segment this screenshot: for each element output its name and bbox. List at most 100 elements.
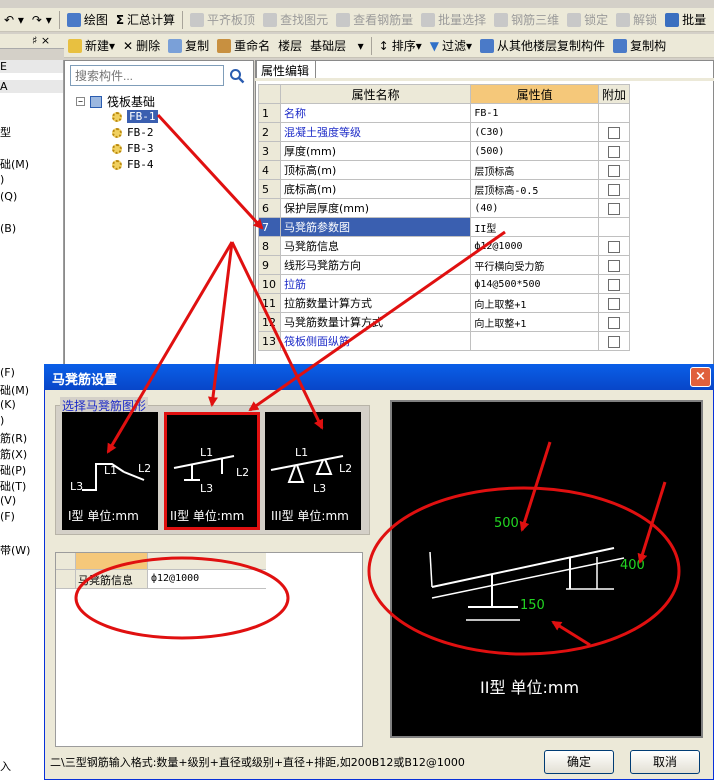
module-item[interactable]: (V) (0, 494, 16, 507)
new-button[interactable]: 新建 ▾ (64, 36, 119, 56)
property-value[interactable]: (40) (470, 198, 599, 218)
property-value[interactable]: 向上取整+1 (470, 293, 599, 313)
collapse-icon[interactable]: − (76, 97, 85, 106)
module-item[interactable]: (K) (0, 398, 16, 411)
property-value[interactable]: ф14@500*500 (470, 274, 599, 294)
property-row[interactable]: 6 保护层厚度(mm) (40) (258, 198, 631, 218)
module-item[interactable]: ) (0, 414, 4, 427)
module-item[interactable]: 筋(X) (0, 446, 27, 462)
copy-from-floor-button[interactable]: 从其他楼层复制构件 (476, 36, 609, 56)
close-icon[interactable]: × (690, 367, 711, 387)
extra-checkbox[interactable] (607, 278, 620, 291)
property-value[interactable]: (C30) (470, 122, 599, 142)
property-value[interactable]: (500) (470, 141, 599, 161)
tree-root[interactable]: − 筏板基础 (76, 93, 155, 110)
extra-checkbox[interactable] (607, 202, 620, 215)
summary-calc-button[interactable]: Σ 汇总计算 (112, 10, 179, 30)
property-value[interactable]: 向上取整+1 (470, 312, 599, 332)
copy-button[interactable]: 复制 (164, 36, 213, 56)
tree-item-fb-1[interactable]: FB-1 (112, 110, 158, 123)
property-value[interactable]: 层顶标高 (470, 160, 599, 180)
tree-item-fb-3[interactable]: FB-3 (112, 142, 154, 155)
toolbar-divider (58, 10, 60, 29)
module-item[interactable]: (F) (0, 366, 15, 379)
property-value[interactable]: II型 (470, 217, 599, 237)
delete-button[interactable]: ✕ 删除 (119, 36, 164, 56)
tab-property-edit[interactable]: 属性编辑 (256, 60, 316, 78)
rebar-3d-button[interactable]: 钢筋三维 (490, 10, 563, 30)
extra-checkbox[interactable] (607, 240, 620, 253)
property-row[interactable]: 11 拉筋数量计算方式 向上取整+1 (258, 293, 631, 313)
extra-checkbox[interactable] (607, 126, 620, 139)
property-row[interactable]: 9 线形马凳筋方向 平行横向受力筋 (258, 255, 631, 275)
property-name: 厚度(mm) (279, 141, 472, 161)
shape-type-3[interactable]: L1 L2 L3 III型 单位:mm (265, 412, 361, 530)
stool-info-value[interactable]: ф12@1000 (148, 570, 266, 589)
shape-type-1[interactable]: L1 L2 L3 I型 单位:mm (62, 412, 158, 530)
module-item[interactable]: 入 (0, 758, 11, 774)
extra-checkbox[interactable] (607, 259, 620, 272)
property-name: 马凳筋参数图 (279, 217, 472, 237)
tree-item-fb-2[interactable]: FB-2 (112, 126, 154, 139)
property-value[interactable]: 平行横向受力筋 (470, 255, 599, 275)
property-row[interactable]: 7 马凳筋参数图 II型 (258, 217, 631, 237)
module-item[interactable]: (B) (0, 222, 16, 235)
module-item[interactable]: 础(M) (0, 156, 29, 172)
property-row[interactable]: 12 马凳筋数量计算方式 向上取整+1 (258, 312, 631, 332)
unlock-button[interactable]: 解锁 (612, 10, 661, 30)
module-item[interactable]: 础(P) (0, 462, 26, 478)
copy-component-button[interactable]: 复制构 (609, 36, 670, 56)
property-row[interactable]: 2 混凝土强度等级 (C30) (258, 122, 631, 142)
pin-close-icon[interactable]: ♯ × (32, 34, 50, 47)
batch-select-button[interactable]: 批量选择 (417, 10, 490, 30)
view-rebar-button[interactable]: 查看钢筋量 (332, 10, 417, 30)
find-element-button[interactable]: 查找图元 (259, 10, 332, 30)
extra-checkbox[interactable] (607, 297, 620, 310)
extra-checkbox[interactable] (607, 145, 620, 158)
search-input[interactable] (70, 65, 224, 86)
extra-checkbox[interactable] (607, 164, 620, 177)
stool-info-label: 马凳筋信息 (76, 570, 148, 589)
property-value[interactable] (470, 331, 599, 351)
rename-button[interactable]: 重命名 (213, 36, 274, 56)
undo-button[interactable]: ↶ ▾ (0, 10, 28, 30)
module-item[interactable]: 带(W) (0, 542, 30, 558)
extra-checkbox[interactable] (607, 335, 620, 348)
filter-button[interactable]: ▼ 过滤 ▾ (426, 36, 476, 56)
module-item[interactable]: 础(M) (0, 382, 29, 398)
module-item[interactable]: ) (0, 173, 4, 186)
module-item[interactable]: A (0, 80, 63, 93)
property-row[interactable]: 10 拉筋 ф14@500*500 (258, 274, 631, 294)
module-item[interactable]: 筋(R) (0, 430, 27, 446)
tree-item-fb-4[interactable]: FB-4 (112, 158, 154, 171)
search-icon[interactable] (226, 65, 248, 86)
property-row[interactable]: 3 厚度(mm) (500) (258, 141, 631, 161)
extra-checkbox[interactable] (607, 316, 620, 329)
property-value[interactable]: FB-1 (470, 103, 599, 123)
extra-checkbox[interactable] (607, 183, 620, 196)
module-item[interactable]: 础(T) (0, 478, 26, 494)
draw-button[interactable]: 绘图 (63, 10, 112, 30)
cancel-button[interactable]: 取消 (630, 750, 700, 774)
ok-button[interactable]: 确定 (544, 750, 614, 774)
batch-button[interactable]: 批量 (661, 10, 710, 30)
module-item[interactable]: E (0, 60, 63, 73)
module-item[interactable]: 型 (0, 124, 11, 140)
redo-button[interactable]: ↷ ▾ (28, 10, 56, 30)
property-value[interactable]: 层顶标高-0.5 (470, 179, 599, 199)
dimension-height: 400 (620, 558, 645, 573)
property-row[interactable]: 8 马凳筋信息 ф12@1000 (258, 236, 631, 256)
table-header-row: 属性名称 属性值 附加 (258, 84, 631, 104)
lock-button[interactable]: 锁定 (563, 10, 612, 30)
property-row[interactable]: 13 筏板侧面纵筋 (258, 331, 631, 351)
floor-select[interactable]: 基础层 ▾ (306, 36, 367, 56)
module-item[interactable]: (F) (0, 510, 15, 523)
preview-caption: II型 单位:mm (480, 678, 580, 697)
align-slab-top-button[interactable]: 平齐板顶 (186, 10, 259, 30)
sort-button[interactable]: ↕ 排序 ▾ (375, 36, 426, 56)
property-row[interactable]: 1 名称 FB-1 (258, 103, 631, 123)
property-row[interactable]: 5 底标高(m) 层顶标高-0.5 (258, 179, 631, 199)
property-value[interactable]: ф12@1000 (470, 236, 599, 256)
module-item[interactable]: (Q) (0, 190, 17, 203)
property-row[interactable]: 4 顶标高(m) 层顶标高 (258, 160, 631, 180)
